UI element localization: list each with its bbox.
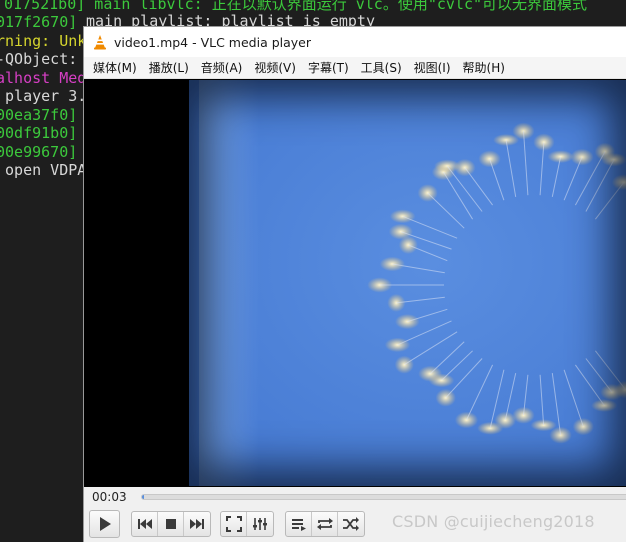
shuffle-button[interactable] [338,512,364,536]
video-frame [189,80,626,486]
play-icon [99,517,111,531]
current-time: 00:03 [92,490,127,504]
navigation-button-group [131,511,211,537]
menu-video[interactable]: 视频(V) [254,59,296,76]
extended-settings-icon [253,518,267,530]
seek-bar[interactable] [141,494,626,500]
previous-icon [137,519,152,529]
terminal-line: 017f2670] [0,13,78,31]
menu-view[interactable]: 视图(I) [414,59,451,76]
terminal-line: open VDPA [0,161,87,179]
menu-bar: 媒体(M) 播放(L) 音频(A) 视频(V) 字幕(T) 工具(S) 视图(I… [84,57,626,79]
extended-settings-button[interactable] [247,512,273,536]
loop-icon [316,518,333,530]
menu-help[interactable]: 帮助(H) [463,59,505,76]
previous-button[interactable] [132,512,158,536]
terminal-line: 00ea37f0] [0,105,78,124]
stop-button[interactable] [158,512,184,536]
playlist-button-group [285,511,365,537]
menu-subtitle[interactable]: 字幕(T) [308,59,349,76]
terminal-top-lines: 017521b0] main libvlc: 正在以默认界面运行 vlc。使用"… [0,0,626,30]
view-button-group [220,511,274,537]
watermark: CSDN @cuijiecheng2018 [392,512,595,531]
terminal-line: player 3. [0,87,87,105]
play-button[interactable] [89,510,120,538]
video-vignette [189,80,626,486]
playlist-button[interactable] [286,512,312,536]
menu-tools[interactable]: 工具(S) [361,59,402,76]
vlc-cone-icon [92,34,108,50]
terminal-line: 00df91b0] [0,124,78,142]
loop-button[interactable] [312,512,338,536]
terminal-line: -QObject: [0,50,78,68]
shuffle-icon [343,517,359,531]
playlist-icon [291,519,306,531]
vlc-window[interactable]: video1.mp4 - VLC media player 媒体(M) 播放(L… [83,26,626,542]
menu-playback[interactable]: 播放(L) [149,59,189,76]
next-button[interactable] [184,512,210,536]
next-icon [190,519,204,529]
terminal-line: 00e99670] [0,142,78,161]
menu-audio[interactable]: 音频(A) [201,59,243,76]
fullscreen-icon [225,516,242,532]
stop-icon [165,519,176,529]
window-title: video1.mp4 - VLC media player [114,34,312,50]
video-area[interactable] [84,79,626,487]
title-bar[interactable]: video1.mp4 - VLC media player [84,27,626,57]
fullscreen-button[interactable] [221,512,247,536]
seek-bar-fill [142,495,145,499]
menu-media[interactable]: 媒体(M) [93,59,137,76]
terminal-line: rning: Unk [0,31,87,50]
terminal-line: alhost Med [0,68,87,87]
